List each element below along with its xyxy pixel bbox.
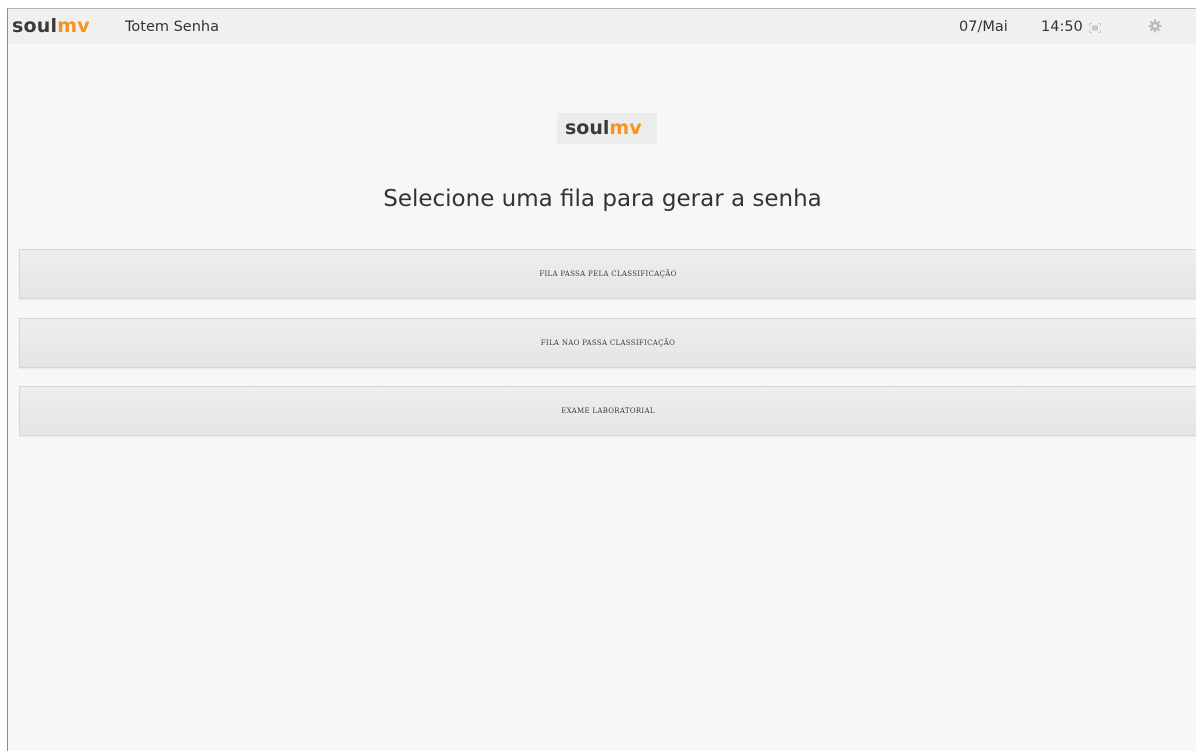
brand-logo-soul: soul bbox=[12, 15, 58, 37]
gear-icon bbox=[1148, 18, 1162, 37]
settings-button[interactable] bbox=[1146, 18, 1164, 36]
center-logo-mv: mv bbox=[609, 117, 642, 139]
time-display: 14:50 bbox=[1041, 19, 1083, 35]
queue-button-fila-passa-classificacao[interactable]: FILA PASSA PELA CLASSIFICAÇÃO bbox=[19, 249, 1196, 299]
fullscreen-icon bbox=[1089, 18, 1101, 37]
page-title: Selecione uma fila para gerar a senha bbox=[383, 186, 822, 212]
queue-button-fila-nao-passa-classificacao[interactable]: FILA NAO PASSA CLASSIFICAÇÃO bbox=[19, 318, 1196, 368]
center-logo-text: soulmv bbox=[565, 117, 642, 139]
center-logo: soulmv bbox=[557, 113, 657, 144]
app-title: Totem Senha bbox=[125, 19, 219, 35]
top-bar: soulmv Totem Senha 07/Mai 14:50 bbox=[8, 9, 1196, 44]
brand-logo-mv: mv bbox=[57, 15, 90, 37]
brand-logo: soulmv bbox=[12, 15, 90, 37]
center-logo-soul: soul bbox=[565, 117, 610, 139]
queue-button-exame-laboratorial[interactable]: EXAME LABORATORIAL bbox=[19, 386, 1196, 436]
date-display: 07/Mai bbox=[959, 19, 1008, 35]
app-window: soulmv Totem Senha 07/Mai 14:50 soulmv S… bbox=[7, 8, 1196, 751]
fullscreen-button[interactable] bbox=[1086, 18, 1104, 36]
